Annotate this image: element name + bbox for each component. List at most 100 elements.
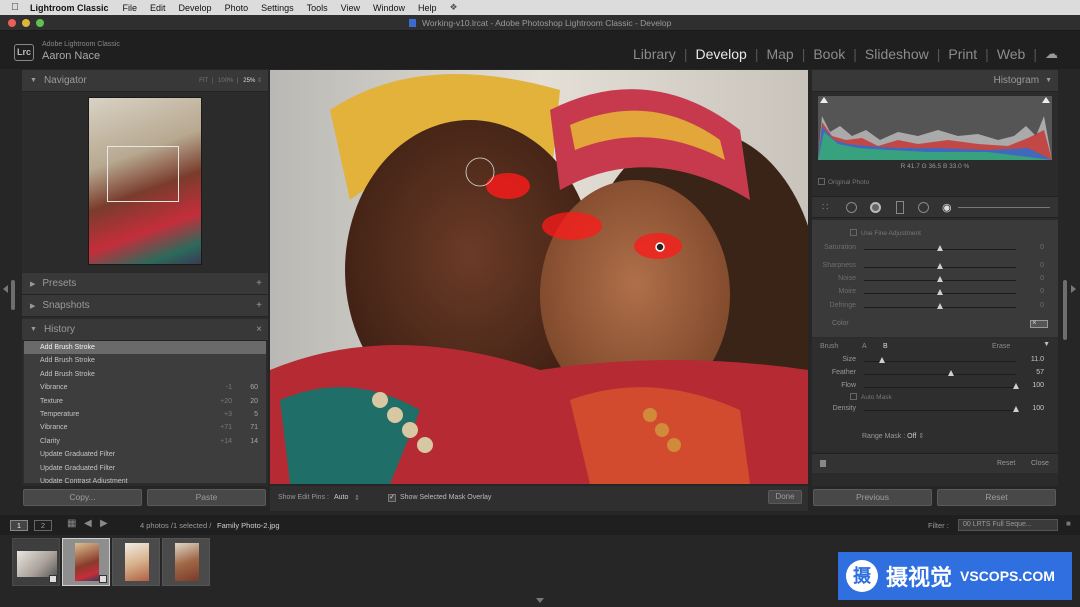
- cloud-icon[interactable]: ☁: [1037, 46, 1066, 62]
- close-window-button[interactable]: [8, 19, 16, 27]
- slider-knob[interactable]: [937, 276, 943, 282]
- red-eye-tool-icon[interactable]: [870, 202, 881, 213]
- module-library[interactable]: Library: [625, 46, 684, 62]
- menu-view[interactable]: View: [341, 3, 360, 13]
- range-mask-row[interactable]: Range Mask : Off ⇕: [862, 432, 924, 440]
- slider-track[interactable]: [864, 387, 1016, 388]
- history-item[interactable]: Vibrance -1 60: [24, 381, 266, 394]
- filmstrip-thumb-2[interactable]: [62, 538, 110, 586]
- forward-arrow-icon[interactable]: ▶: [100, 518, 108, 529]
- filmstrip-toggle-icon[interactable]: ■: [1066, 519, 1071, 528]
- mask-overlay-checkbox[interactable]: ✓: [388, 494, 396, 502]
- module-print[interactable]: Print: [940, 46, 985, 62]
- fine-adjust-checkbox[interactable]: [850, 229, 857, 236]
- slider-moire[interactable]: Moire 0: [812, 288, 1052, 300]
- menu-develop[interactable]: Develop: [179, 3, 212, 13]
- history-item[interactable]: Add Brush Stroke: [24, 368, 266, 381]
- filter-select[interactable]: 00 LRTS Full Seque...: [958, 519, 1058, 531]
- history-item[interactable]: Clarity +14 14: [24, 435, 266, 448]
- history-item[interactable]: Add Brush Stroke: [24, 341, 266, 355]
- left-scrollbar[interactable]: [11, 280, 15, 310]
- history-item[interactable]: Texture +20 20: [24, 395, 266, 408]
- adjustment-brush-tool-icon[interactable]: ◉: [942, 201, 952, 214]
- left-panel-toggle-icon[interactable]: [3, 285, 8, 293]
- slider-knob[interactable]: [937, 289, 943, 295]
- zoom-window-button[interactable]: [36, 19, 44, 27]
- slider-knob[interactable]: [937, 303, 943, 309]
- history-item[interactable]: Temperature +3 5: [24, 408, 266, 421]
- slider-knob[interactable]: [879, 357, 886, 363]
- navigator-viewport-box[interactable]: [107, 146, 179, 202]
- auto-mask-checkbox[interactable]: [850, 393, 857, 400]
- tool-size-slider[interactable]: [958, 207, 1050, 208]
- zoom-100[interactable]: 100%: [218, 78, 233, 84]
- color-swatch[interactable]: ×: [1030, 318, 1048, 328]
- original-photo-checkbox[interactable]: [818, 178, 825, 185]
- slider-track[interactable]: [864, 410, 1016, 411]
- add-preset-icon[interactable]: +: [256, 278, 262, 289]
- menu-edit[interactable]: Edit: [150, 3, 166, 13]
- highlight-clip-icon[interactable]: [1042, 97, 1050, 103]
- script-icon[interactable]: ❖: [450, 2, 458, 13]
- slider-feather[interactable]: Feather 57: [812, 369, 1052, 381]
- view-2-button[interactable]: 2: [34, 520, 52, 531]
- histogram[interactable]: [818, 96, 1052, 160]
- edit-pin[interactable]: [655, 242, 665, 252]
- slider-knob[interactable]: [937, 263, 943, 269]
- brush-a-tab[interactable]: A: [862, 343, 867, 350]
- history-header[interactable]: ▼ History ×: [22, 319, 268, 341]
- edit-pins-select[interactable]: Auto: [334, 494, 348, 501]
- brush-close-button[interactable]: Close: [1031, 460, 1049, 467]
- histogram-header[interactable]: Histogram ▼: [812, 70, 1058, 92]
- slider-track[interactable]: [864, 374, 1016, 375]
- zoom-25[interactable]: 25%: [243, 78, 255, 84]
- slider-knob[interactable]: [1013, 383, 1019, 389]
- spot-removal-tool-icon[interactable]: [846, 202, 857, 213]
- menu-window[interactable]: Window: [373, 3, 405, 13]
- view-1-button[interactable]: 1: [10, 520, 28, 531]
- menu-photo[interactable]: Photo: [225, 3, 249, 13]
- radial-filter-tool-icon[interactable]: [918, 202, 929, 213]
- back-arrow-icon[interactable]: ◀: [84, 518, 92, 529]
- history-item[interactable]: Vibrance +71 71: [24, 421, 266, 434]
- menu-settings[interactable]: Settings: [261, 3, 294, 13]
- slider-knob[interactable]: [947, 370, 954, 376]
- history-item[interactable]: Update Graduated Filter: [24, 448, 266, 461]
- clear-history-icon[interactable]: ×: [256, 324, 262, 335]
- slider-track[interactable]: [864, 361, 1016, 362]
- module-develop[interactable]: Develop: [687, 46, 754, 62]
- slider-sharpness[interactable]: Sharpness 0: [812, 262, 1052, 274]
- right-panel-toggle-icon[interactable]: [1071, 285, 1076, 293]
- crop-tool-icon[interactable]: ∷: [822, 202, 828, 213]
- history-item[interactable]: Update Contrast Adjustment: [24, 475, 266, 483]
- graduated-filter-tool-icon[interactable]: [896, 201, 904, 214]
- grid-icon[interactable]: ▦: [67, 518, 76, 529]
- slider-defringe[interactable]: Defringe 0: [812, 302, 1052, 314]
- slider-density[interactable]: Density 100: [812, 405, 1052, 417]
- minimize-window-button[interactable]: [22, 19, 30, 27]
- menu-help[interactable]: Help: [418, 3, 437, 13]
- filmstrip-thumb-3[interactable]: [112, 538, 160, 586]
- history-item[interactable]: Update Graduated Filter: [24, 462, 266, 475]
- snapshots-header[interactable]: ▶ Snapshots +: [22, 295, 268, 317]
- slider-size[interactable]: Size 11.0: [812, 356, 1052, 368]
- slider-noise[interactable]: Noise 0: [812, 275, 1052, 287]
- zoom-fit[interactable]: FIT: [199, 78, 208, 84]
- navigator-header[interactable]: ▼ Navigator FIT | 100% | 25% ⇕: [22, 70, 268, 92]
- shadow-clip-icon[interactable]: [820, 97, 828, 103]
- brush-erase-tab[interactable]: Erase: [992, 343, 1010, 350]
- filmstrip-thumb-4[interactable]: [162, 538, 210, 586]
- brush-reset-button[interactable]: Reset: [997, 460, 1015, 467]
- slider-knob[interactable]: [937, 245, 943, 251]
- slider-knob[interactable]: [1013, 406, 1019, 412]
- right-scrollbar[interactable]: [1063, 280, 1067, 340]
- navigator-preview[interactable]: [88, 97, 202, 265]
- slider-saturation[interactable]: Saturation 0: [812, 244, 1052, 256]
- done-button[interactable]: Done: [768, 490, 802, 504]
- history-item[interactable]: Add Brush Stroke: [24, 354, 266, 367]
- module-web[interactable]: Web: [989, 46, 1034, 62]
- apple-icon[interactable]: : [0, 2, 30, 13]
- paste-button[interactable]: Paste: [147, 489, 266, 506]
- slider-flow[interactable]: Flow 100: [812, 382, 1052, 394]
- range-mask-value[interactable]: Off: [907, 433, 916, 440]
